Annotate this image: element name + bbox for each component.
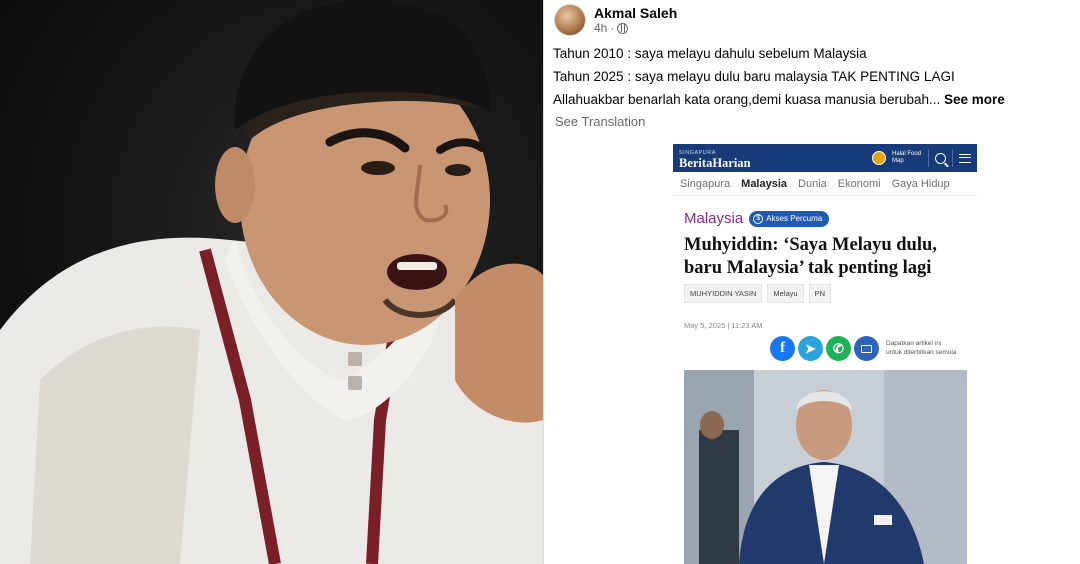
telegram-share-icon[interactable]: ➤ [798,336,823,361]
bar-separator [952,149,953,167]
post-line: Allahuakbar benarlah kata orang,demi kua… [553,88,1073,111]
akses-percuma-badge: $ Akses Percuma [749,210,830,227]
republish-note-line2: untuk diterbitkan semula [886,348,957,356]
whatsapp-share-icon[interactable]: ✆ [826,336,851,361]
article-date: May 5, 2025 | 11:23 AM [684,321,763,330]
nav-item-malaysia[interactable]: Malaysia [741,178,787,195]
post-line-text: Allahuakbar benarlah kata orang,demi kua… [553,92,941,107]
author-name[interactable]: Akmal Saleh [594,5,677,21]
author-block: Akmal Saleh 4h · [594,5,677,36]
globe-icon[interactable] [617,22,629,34]
section-row: Malaysia $ Akses Percuma [684,210,830,227]
nav-item-ekonomi[interactable]: Ekonomi [838,178,881,195]
republish-note-line1: Dapatkan artikel ini [886,340,942,347]
section-nav: Singapura Malaysia Dunia Ekonomi Gaya Hi… [673,172,977,196]
nav-item-dunia[interactable]: Dunia [798,178,827,195]
article-photo [684,370,967,564]
nav-item-singapura[interactable]: Singapura [680,178,730,195]
facebook-post: Akmal Saleh 4h · Tahun 2010 : saya melay… [544,0,1080,564]
halal-icon[interactable] [872,151,886,165]
menu-icon[interactable] [959,153,971,163]
brand-bar: SINGAPURA BeritaHarian Halal Food Map [673,144,977,172]
article-tags: MUHYIDDIN YASIN Melayu PN [684,284,832,303]
brand-name: BeritaHarian [679,156,751,170]
badge-label: Akses Percuma [766,214,823,223]
post-line: Tahun 2025 : saya melayu dulu baru malay… [553,69,955,84]
meta-dot: · [610,20,615,35]
share-row: f ➤ ✆ Dapatkan artikel ini untuk diterbi… [770,336,972,361]
dollar-icon: $ [753,213,764,224]
facebook-share-icon[interactable]: f [770,336,795,361]
see-translation-link[interactable]: See Translation [555,114,645,129]
post-text: Tahun 2010 : saya melayu dahulu sebelum … [553,42,1073,111]
post-time[interactable]: 4h [594,21,607,36]
search-icon[interactable] [935,152,946,164]
author-avatar[interactable] [554,4,586,36]
headline-line: baru Malaysia’ tak penting lagi [684,258,932,278]
tag-melayu[interactable]: Melayu [767,284,804,303]
section-label[interactable]: Malaysia [684,210,743,227]
article-photo-illustration [684,370,967,564]
tag-muhyiddin-yasin[interactable]: MUHYIDDIN YASIN [684,284,763,303]
nav-item-gaya-hidup[interactable]: Gaya Hidup [892,178,950,195]
brand-bar-actions: Halal Food Map [872,144,971,172]
post-meta: 4h · [594,21,677,36]
see-more-link[interactable]: See more [944,92,1005,107]
tag-pn[interactable]: PN [808,284,832,303]
bar-separator [928,149,929,167]
headline-line: Muhyiddin: ‘Saya Melayu dulu, [684,235,937,255]
republish-icon[interactable] [854,336,879,361]
article-headline[interactable]: Muhyiddin: ‘Saya Melayu dulu, baru Malay… [684,234,969,280]
speaker-illustration [0,0,543,564]
halal-food-map-link[interactable]: Halal Food Map [892,151,922,165]
post-line: Tahun 2010 : saya melayu dahulu sebelum … [553,46,867,61]
speaker-photo [0,0,543,564]
republish-note: Dapatkan artikel ini untuk diterbitkan s… [886,340,972,357]
beritaharian-logo[interactable]: SINGAPURA BeritaHarian [679,148,751,170]
post-header: Akmal Saleh 4h · [554,4,677,36]
article-screenshot[interactable]: SINGAPURA BeritaHarian Halal Food Map Si… [673,144,977,564]
